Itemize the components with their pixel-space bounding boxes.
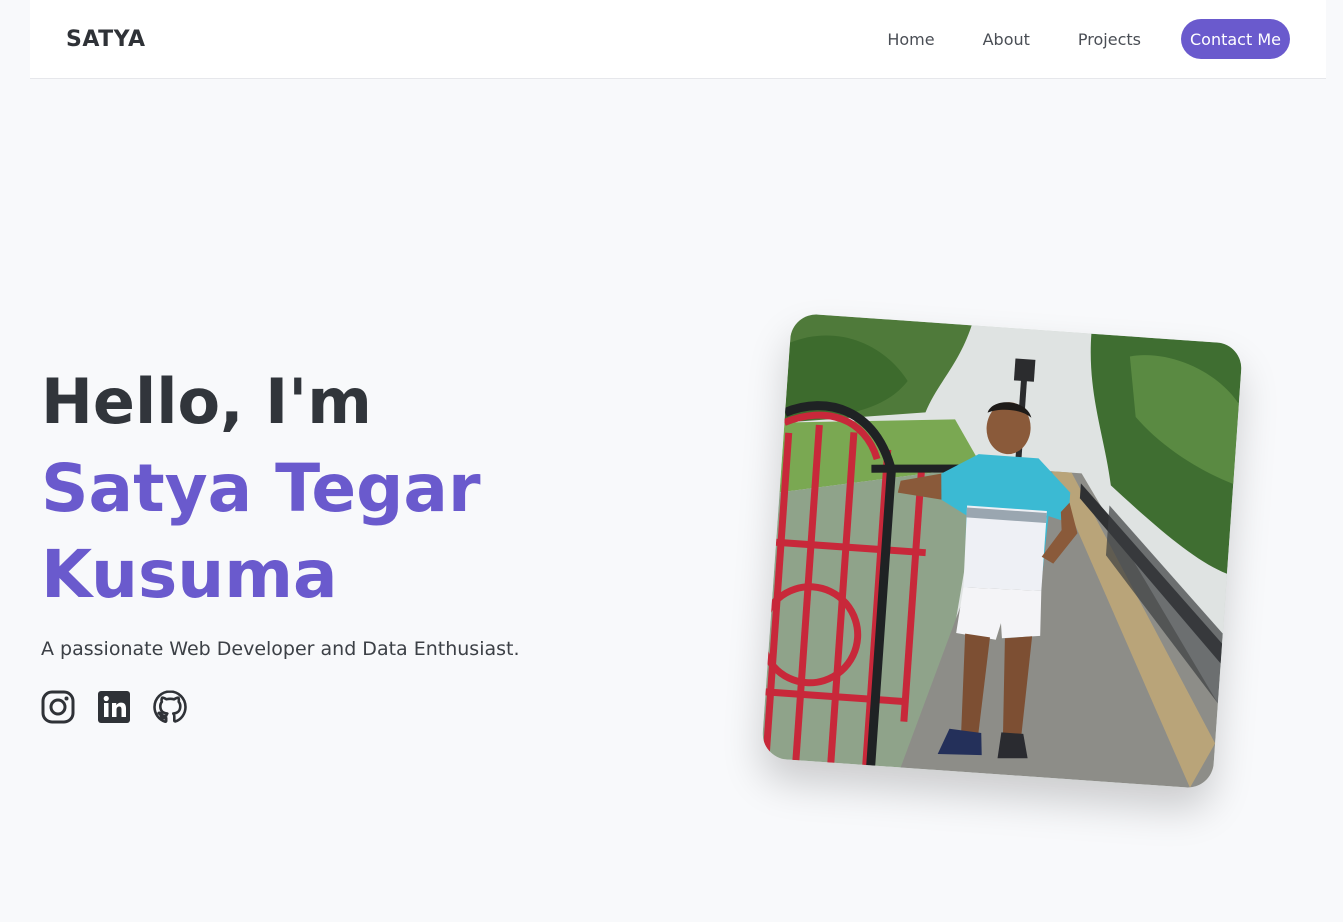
hero-name: Satya Tegar Kusuma bbox=[41, 446, 661, 618]
linkedin-icon[interactable] bbox=[97, 690, 131, 724]
github-icon[interactable] bbox=[153, 690, 187, 724]
profile-photo bbox=[760, 312, 1244, 790]
hero-greeting: Hello, I'm bbox=[41, 365, 372, 438]
brand-logo[interactable]: SATYA bbox=[66, 27, 146, 52]
nav-link-about[interactable]: About bbox=[983, 30, 1030, 49]
hero-intro: Hello, I'm Satya Tegar Kusuma A passiona… bbox=[41, 362, 661, 724]
contact-me-button[interactable]: Contact Me bbox=[1181, 19, 1290, 59]
social-links bbox=[41, 690, 661, 724]
nav-links: Home About Projects Contact Me bbox=[887, 19, 1290, 59]
nav-link-projects[interactable]: Projects bbox=[1078, 30, 1141, 49]
hero-name-line1: Satya Tegar bbox=[41, 450, 481, 527]
hero-name-line2: Kusuma bbox=[41, 536, 338, 613]
nav-link-home[interactable]: Home bbox=[887, 30, 934, 49]
hero-tagline: A passionate Web Developer and Data Enth… bbox=[41, 638, 520, 660]
instagram-icon[interactable] bbox=[41, 690, 75, 724]
navbar: SATYA Home About Projects Contact Me bbox=[30, 0, 1326, 79]
